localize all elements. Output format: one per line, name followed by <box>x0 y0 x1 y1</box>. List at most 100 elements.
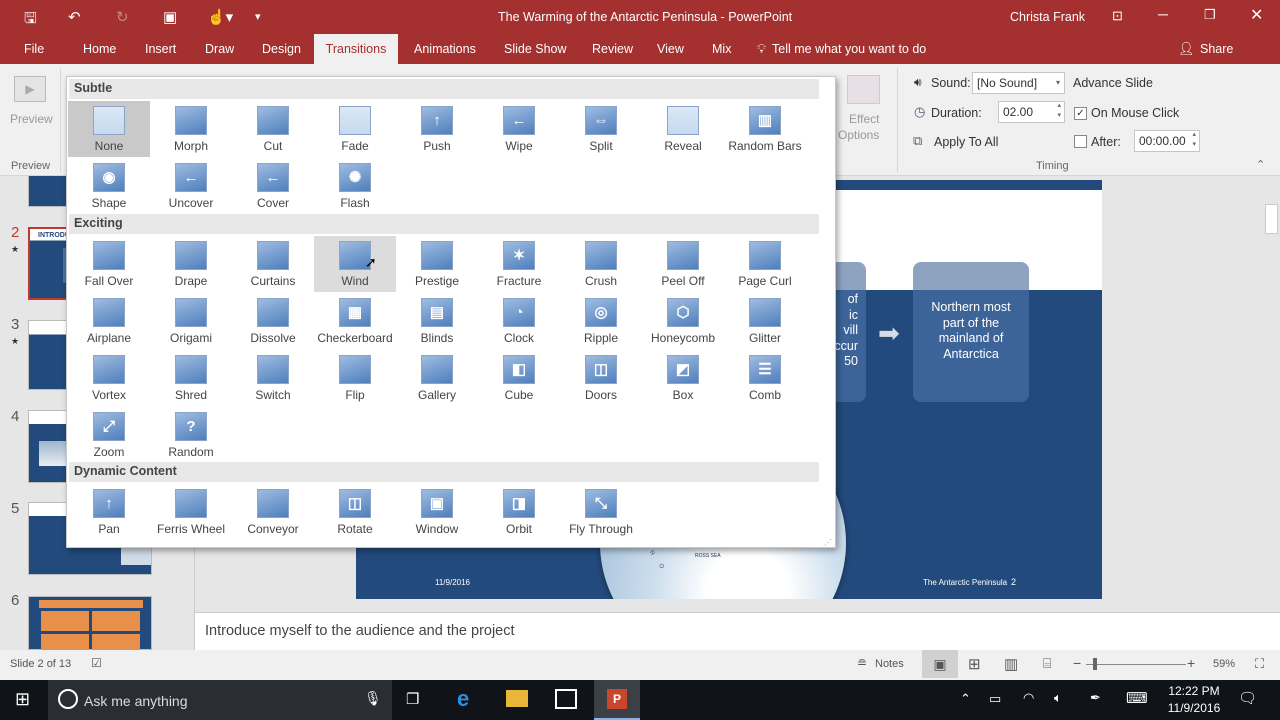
tab-view[interactable]: View <box>649 34 692 64</box>
ribbon-display-options-icon[interactable]: ⊡ <box>1112 8 1123 24</box>
transition-ripple[interactable]: ◎ Ripple <box>560 293 642 349</box>
zoom-out-icon[interactable]: − <box>1073 655 1081 671</box>
transition-rotate[interactable]: ◫ Rotate <box>314 484 396 540</box>
transition-fly-through[interactable]: ⤡ Fly Through <box>560 484 642 540</box>
pen-icon[interactable]: ✒ <box>1090 690 1101 706</box>
slide-box-right[interactable]: Northern most part of the mainland of An… <box>913 262 1029 402</box>
zoom-slider[interactable] <box>1086 664 1186 665</box>
transition-random-bars[interactable]: ▥ Random Bars <box>724 101 806 157</box>
clock-date[interactable]: 11/9/2016 <box>1164 701 1224 715</box>
transition-ferris-wheel[interactable]: Ferris Wheel <box>150 484 232 540</box>
transition-wind[interactable]: Wind ➚ <box>314 236 396 292</box>
preview-button[interactable]: Preview <box>10 112 53 126</box>
slide-thumbnail-6[interactable] <box>28 596 152 654</box>
transition-shred[interactable]: Shred <box>150 350 232 406</box>
customize-qat-icon[interactable]: ▾ <box>255 10 261 23</box>
collapse-ribbon-icon[interactable]: ⌃ <box>1256 158 1265 171</box>
tell-me-box[interactable]: Tell me what you want to do <box>772 42 926 56</box>
transition-airplane[interactable]: Airplane <box>68 293 150 349</box>
after-checkbox[interactable] <box>1074 135 1087 148</box>
save-icon[interactable]: 🖫 <box>24 8 37 33</box>
transition-page-curl[interactable]: Page Curl <box>724 236 806 292</box>
transition-none[interactable]: None <box>68 101 150 157</box>
fit-to-window-icon[interactable]: ⛶ <box>1255 656 1264 672</box>
transition-cover[interactable]: ← Cover <box>232 158 314 214</box>
start-from-beginning-icon[interactable]: ▣ <box>163 8 177 26</box>
store-icon[interactable] <box>555 689 577 709</box>
undo-icon[interactable]: ↶ <box>68 8 81 26</box>
user-name[interactable]: Christa Frank <box>1010 10 1085 24</box>
edge-icon[interactable]: e <box>457 686 469 712</box>
cortana-search[interactable]: Ask me anything 🎙︎ <box>48 680 392 720</box>
transition-checkerboard[interactable]: ▦ Checkerboard <box>314 293 396 349</box>
transition-push[interactable]: ↑ Push <box>396 101 478 157</box>
transition-random[interactable]: ? Random <box>150 407 232 463</box>
tab-transitions[interactable]: Transitions <box>314 34 398 64</box>
sound-dropdown[interactable]: [No Sound] ▾ <box>972 72 1065 94</box>
powerpoint-taskbar-button[interactable]: P <box>594 680 640 720</box>
transition-wipe[interactable]: ← Wipe <box>478 101 560 157</box>
tab-insert[interactable]: Insert <box>137 34 184 64</box>
transition-split[interactable]: ⇔ Split <box>560 101 642 157</box>
apply-to-all-button[interactable]: Apply To All <box>934 135 998 149</box>
share-button[interactable]: Share <box>1200 42 1233 56</box>
touch-keyboard-icon[interactable]: ⌨ <box>1126 689 1148 707</box>
spinner-icon[interactable]: ▴ ▾ <box>1057 101 1061 121</box>
slideshow-view-icon[interactable]: ⌸ <box>1043 655 1051 672</box>
effect-options-label-1[interactable]: Effect <box>849 112 879 126</box>
volume-icon[interactable]: 🔈︎ <box>1054 690 1062 706</box>
transition-cut[interactable]: Cut <box>232 101 314 157</box>
transition-switch[interactable]: Switch <box>232 350 314 406</box>
tab-draw[interactable]: Draw <box>197 34 242 64</box>
restore-icon[interactable]: ❐ <box>1204 7 1216 23</box>
transition-fall-over[interactable]: Fall Over <box>68 236 150 292</box>
tab-file[interactable]: File <box>16 34 52 64</box>
transition-peel-off[interactable]: Peel Off <box>642 236 724 292</box>
duration-input[interactable]: 02.00 ▴ ▾ <box>998 101 1065 123</box>
tab-home[interactable]: Home <box>75 34 124 64</box>
task-view-icon[interactable]: ❐ <box>406 690 419 708</box>
transition-curtains[interactable]: Curtains <box>232 236 314 292</box>
tab-design[interactable]: Design <box>254 34 309 64</box>
effect-options-label-2[interactable]: Options <box>838 128 879 142</box>
transition-crush[interactable]: Crush <box>560 236 642 292</box>
wifi-icon[interactable]: ◠ <box>1023 690 1034 706</box>
transition-orbit[interactable]: ◨ Orbit <box>478 484 560 540</box>
reading-view-icon[interactable]: ▥ <box>1004 655 1018 673</box>
transition-pan[interactable]: ↑ Pan <box>68 484 150 540</box>
transition-fade[interactable]: Fade <box>314 101 396 157</box>
transition-vortex[interactable]: Vortex <box>68 350 150 406</box>
zoom-level[interactable]: 59% <box>1213 658 1235 670</box>
transition-gallery[interactable]: Gallery <box>396 350 478 406</box>
transition-comb[interactable]: ☰ Comb <box>724 350 806 406</box>
tab-review[interactable]: Review <box>584 34 641 64</box>
zoom-in-icon[interactable]: + <box>1187 655 1195 671</box>
battery-icon[interactable]: ▭ <box>989 691 1001 707</box>
redo-icon[interactable]: ↻ <box>116 8 129 26</box>
after-input[interactable]: 00:00.00 ▴ ▾ <box>1134 130 1200 152</box>
transition-doors[interactable]: ◫ Doors <box>560 350 642 406</box>
file-explorer-icon[interactable] <box>506 690 528 707</box>
transition-origami[interactable]: Origami <box>150 293 232 349</box>
show-hidden-icons[interactable]: ⌃ <box>960 691 971 707</box>
transition-shape[interactable]: ◉ Shape <box>68 158 150 214</box>
notes-pane[interactable]: Introduce myself to the audience and the… <box>195 612 1280 650</box>
transition-prestige[interactable]: Prestige <box>396 236 478 292</box>
zoom-slider-thumb[interactable] <box>1092 658 1097 670</box>
vertical-scrollbar[interactable] <box>1262 176 1280 612</box>
scrollbar-thumb[interactable] <box>1265 204 1278 234</box>
transition-reveal[interactable]: Reveal <box>642 101 724 157</box>
transition-flash[interactable]: ✺ Flash <box>314 158 396 214</box>
clock-time[interactable]: 12:22 PM <box>1166 684 1222 698</box>
transition-flip[interactable]: Flip <box>314 350 396 406</box>
slide-sorter-icon[interactable]: ⊞ <box>968 655 981 673</box>
transition-fracture[interactable]: ✶ Fracture <box>478 236 560 292</box>
transition-box[interactable]: ◩ Box <box>642 350 724 406</box>
transition-honeycomb[interactable]: ⬡ Honeycomb <box>642 293 724 349</box>
touch-mode-icon[interactable]: ☝▾ <box>207 8 233 26</box>
spell-check-icon[interactable]: ☑ <box>91 656 102 670</box>
close-icon[interactable]: ✕ <box>1250 5 1263 25</box>
transition-drape[interactable]: Drape <box>150 236 232 292</box>
action-center-icon[interactable]: 🗨︎ <box>1238 689 1257 707</box>
normal-view-icon[interactable]: ▣ <box>922 650 958 678</box>
